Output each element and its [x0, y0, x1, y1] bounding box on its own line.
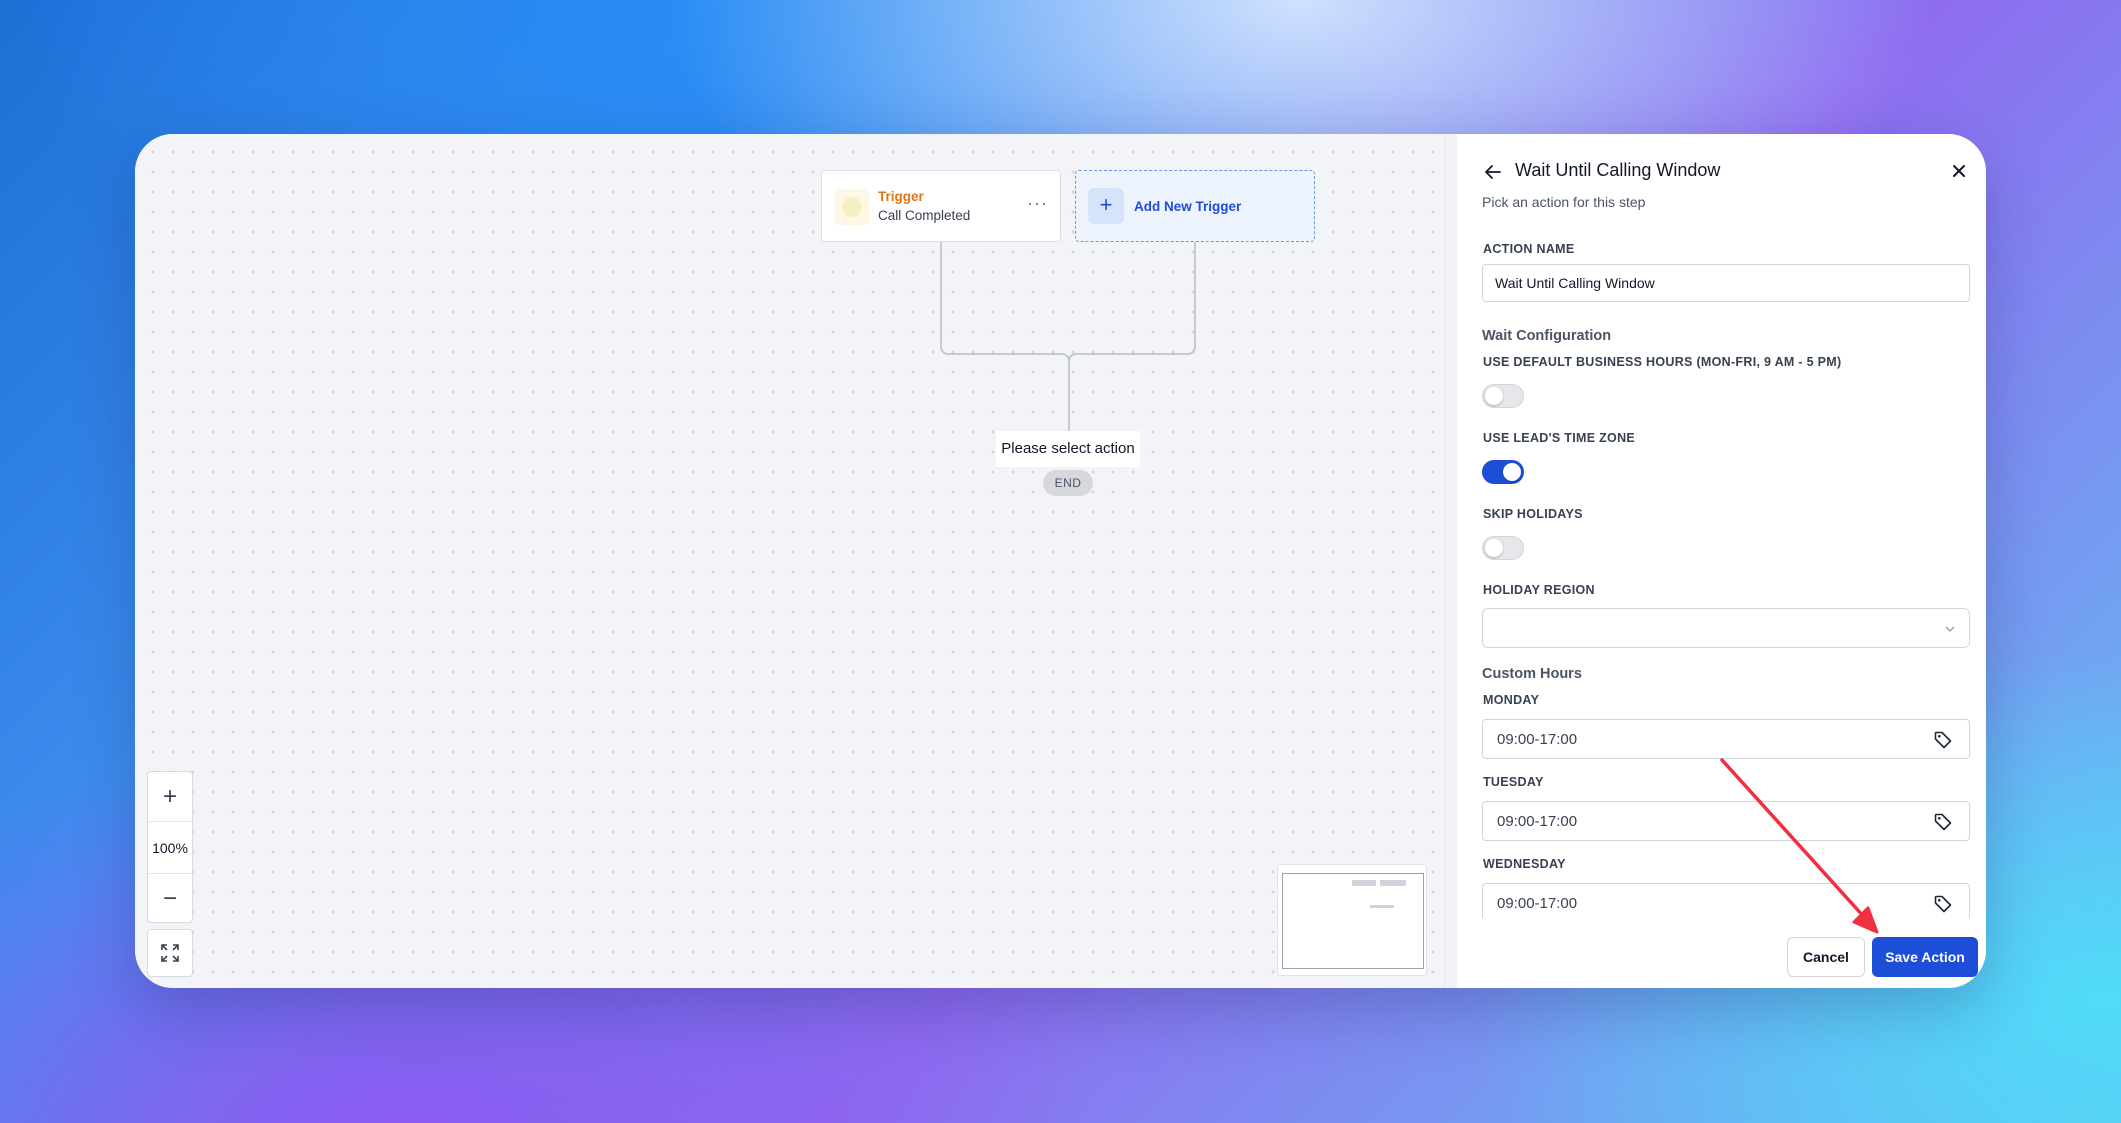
default-hours-toggle[interactable] — [1482, 384, 1524, 408]
tag-icon[interactable] — [1933, 812, 1953, 832]
minimap[interactable] — [1277, 864, 1427, 976]
lead-timezone-label: USE LEAD'S TIME ZONE — [1483, 431, 1636, 445]
zoom-in-button[interactable]: + — [148, 772, 192, 822]
app-window: Trigger Call Completed ··· + Add New Tri… — [135, 134, 1986, 988]
flow-connectors — [940, 242, 1196, 431]
tag-icon[interactable] — [1933, 894, 1953, 914]
tuesday-hours-input[interactable]: 09:00-17:00 — [1482, 801, 1970, 841]
node-menu-icon[interactable]: ··· — [1027, 194, 1048, 212]
action-config-panel: Wait Until Calling Window Pick an action… — [1457, 134, 1986, 988]
save-action-button[interactable]: Save Action — [1872, 937, 1978, 977]
day-label-wednesday: WEDNESDAY — [1483, 857, 1566, 871]
trigger-icon — [834, 189, 870, 225]
minimap-viewport[interactable] — [1282, 873, 1424, 969]
custom-hours-heading: Custom Hours — [1482, 666, 1582, 682]
panel-subtitle: Pick an action for this step — [1482, 194, 1646, 210]
zoom-out-button[interactable]: − — [148, 874, 192, 924]
default-hours-label: USE DEFAULT BUSINESS HOURS (MON-FRI, 9 A… — [1483, 355, 1842, 369]
holiday-region-label: HOLIDAY REGION — [1483, 583, 1595, 597]
wait-configuration-heading: Wait Configuration — [1482, 328, 1612, 344]
day-label-tuesday: TUESDAY — [1483, 775, 1544, 789]
trigger-node[interactable]: Trigger Call Completed ··· — [821, 170, 1061, 242]
tuesday-hours-value: 09:00-17:00 — [1497, 813, 1578, 830]
plus-icon: + — [1088, 188, 1124, 224]
panel-title: Wait Until Calling Window — [1515, 160, 1721, 180]
cancel-button[interactable]: Cancel — [1787, 937, 1865, 977]
select-action-node[interactable]: Please select action — [996, 431, 1140, 467]
minimap-node — [1352, 880, 1376, 886]
fit-view-button[interactable] — [147, 929, 193, 977]
tag-icon[interactable] — [1933, 730, 1953, 750]
close-icon[interactable] — [1950, 162, 1968, 180]
wednesday-hours-input[interactable]: 09:00-17:00 — [1482, 883, 1970, 923]
action-name-input[interactable] — [1482, 264, 1970, 302]
panel-divider — [1444, 134, 1457, 988]
zoom-controls: + 100% − — [147, 771, 193, 923]
skip-holidays-label: SKIP HOLIDAYS — [1483, 507, 1583, 521]
zoom-level: 100% — [148, 822, 192, 874]
back-arrow-icon[interactable] — [1482, 161, 1504, 183]
expand-icon — [161, 944, 179, 962]
minimap-node — [1380, 880, 1406, 886]
monday-hours-input[interactable]: 09:00-17:00 — [1482, 719, 1970, 759]
minimap-node — [1370, 905, 1394, 908]
monday-hours-value: 09:00-17:00 — [1497, 731, 1578, 748]
end-badge: END — [1043, 470, 1093, 496]
add-trigger-label: Add New Trigger — [1134, 199, 1242, 214]
chevron-down-icon — [1945, 626, 1955, 633]
trigger-node-subtitle: Call Completed — [878, 208, 971, 223]
workflow-canvas[interactable]: Trigger Call Completed ··· + Add New Tri… — [135, 134, 1444, 988]
wednesday-hours-value: 09:00-17:00 — [1497, 895, 1578, 912]
action-name-label: ACTION NAME — [1483, 242, 1575, 256]
trigger-node-title: Trigger — [878, 189, 924, 204]
day-label-monday: MONDAY — [1483, 693, 1540, 707]
add-trigger-button[interactable]: + Add New Trigger — [1075, 170, 1315, 242]
skip-holidays-toggle[interactable] — [1482, 536, 1524, 560]
lead-timezone-toggle[interactable] — [1482, 460, 1524, 484]
holiday-region-select[interactable] — [1482, 608, 1970, 648]
